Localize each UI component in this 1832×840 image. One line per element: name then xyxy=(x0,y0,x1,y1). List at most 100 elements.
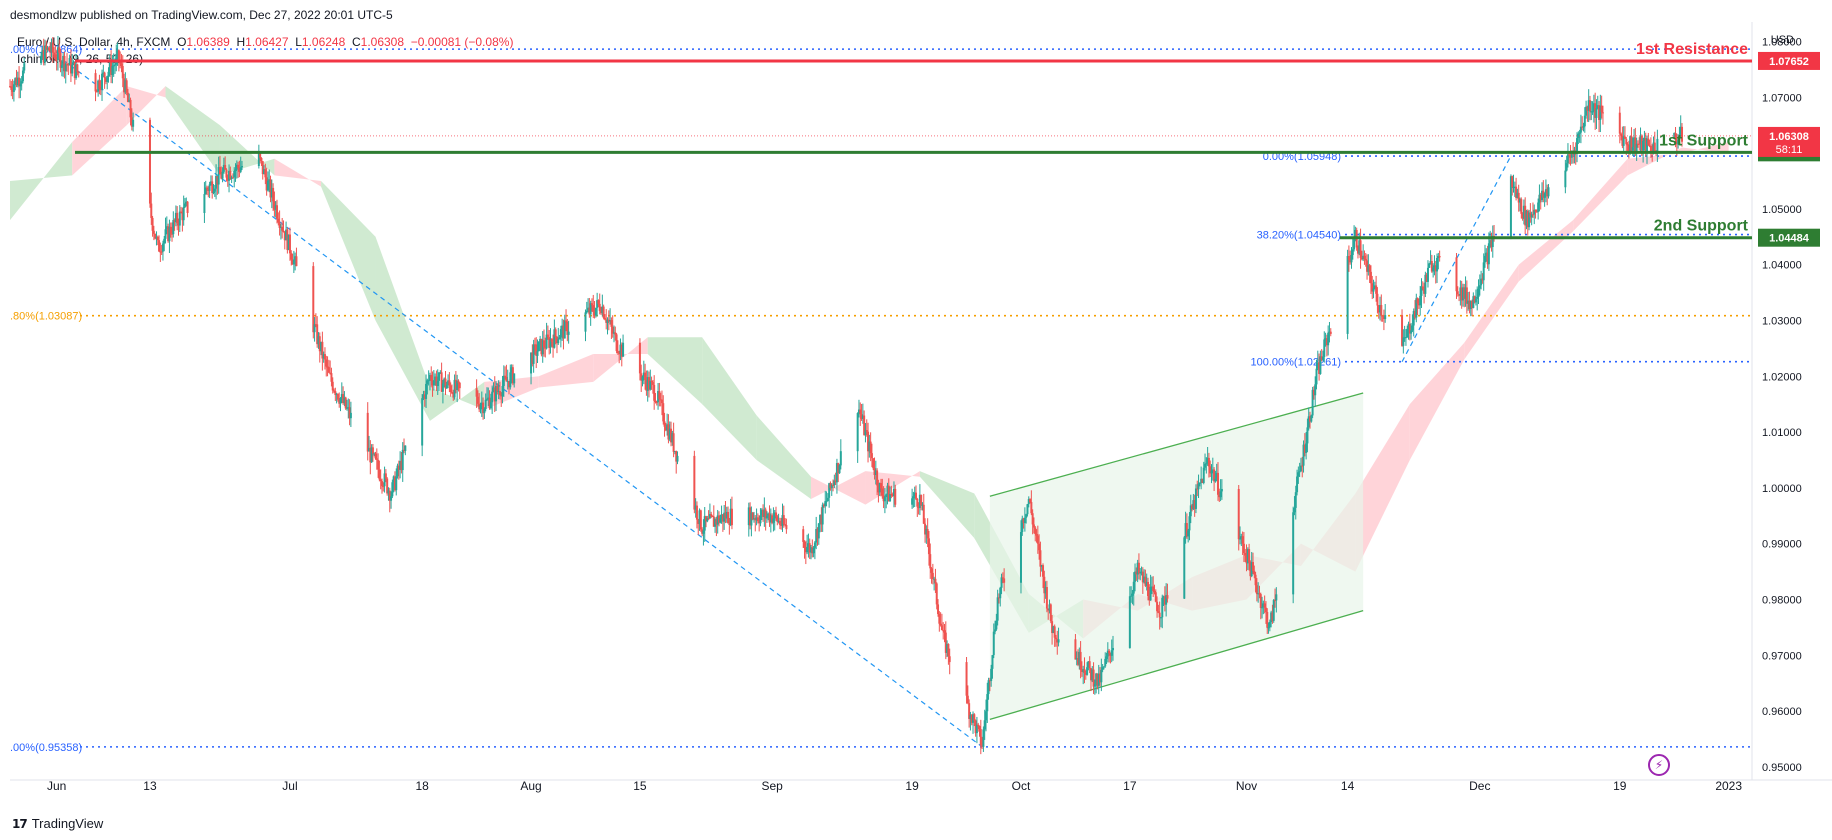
candle-body xyxy=(782,515,785,525)
candle-body xyxy=(537,341,540,352)
y-tick-label: 1.02000 xyxy=(1762,371,1802,383)
candle-body xyxy=(821,504,824,525)
candle-body xyxy=(1031,513,1034,525)
candle-body xyxy=(937,604,940,615)
candle-body xyxy=(491,391,494,403)
candle-body xyxy=(496,385,499,392)
candle-body xyxy=(1039,550,1042,567)
candle-body xyxy=(1534,209,1537,212)
candle-body xyxy=(911,498,914,505)
price-tag-label: 1.04484 xyxy=(1769,233,1810,245)
candle-body xyxy=(23,63,26,71)
candle-body xyxy=(1003,578,1006,583)
candle-body xyxy=(1406,328,1409,338)
candle-body xyxy=(211,181,214,194)
candle-body xyxy=(161,243,164,252)
candle-body xyxy=(1631,147,1634,151)
candle-body xyxy=(76,64,79,72)
x-tick-label: 19 xyxy=(905,779,919,793)
tradingview-brand[interactable]: 17 TradingView xyxy=(12,816,103,831)
candle-body xyxy=(182,206,185,221)
candle-body xyxy=(1130,595,1133,597)
candle-body xyxy=(1029,499,1032,503)
candle-body xyxy=(1161,597,1164,618)
candle-body xyxy=(1216,472,1219,495)
candle-body xyxy=(1093,684,1096,687)
candle-body xyxy=(812,547,815,554)
candle-body xyxy=(890,494,893,496)
candle-body xyxy=(1368,265,1371,272)
candle-body xyxy=(395,476,398,491)
candle-body xyxy=(719,518,722,523)
candle-body xyxy=(1380,305,1383,316)
candle-body xyxy=(999,587,1002,599)
candle-body xyxy=(98,80,101,90)
candle-body xyxy=(597,300,600,304)
candle-body xyxy=(1476,297,1479,299)
candle-body xyxy=(785,525,788,530)
candle-body xyxy=(125,80,128,93)
candle-body xyxy=(1036,535,1039,544)
current-price-tag: 1.06308 xyxy=(1769,131,1809,143)
candle-body xyxy=(40,55,43,64)
candle-body xyxy=(60,65,63,68)
candle-body xyxy=(1255,585,1258,595)
candle-body xyxy=(458,382,461,389)
candle-body xyxy=(567,331,570,335)
candle-body xyxy=(775,512,778,517)
candle-body xyxy=(772,518,775,523)
candle-body xyxy=(475,388,478,397)
candle-body xyxy=(404,445,407,451)
candle-body xyxy=(885,494,888,498)
candle-body xyxy=(1166,595,1169,599)
candle-body xyxy=(1410,330,1413,334)
resistance-level-label: 1st Resistance xyxy=(1636,41,1748,58)
candle-body xyxy=(1023,517,1026,524)
candle-body xyxy=(826,497,829,502)
candle-body xyxy=(366,412,369,452)
candle-body xyxy=(1625,138,1628,145)
candle-body xyxy=(203,194,206,213)
candle-body xyxy=(803,541,806,548)
candle-body xyxy=(1600,105,1603,113)
candle-body xyxy=(371,447,374,454)
lightning-icon[interactable]: ⚡ xyxy=(1648,754,1670,776)
candle-body xyxy=(1248,549,1251,563)
candle-body xyxy=(1147,581,1150,597)
candle-body xyxy=(1100,669,1103,683)
candle-body xyxy=(1456,291,1459,295)
candle-body xyxy=(1582,126,1585,128)
candle-body xyxy=(1158,612,1161,618)
candle-body xyxy=(312,266,315,333)
candle-body xyxy=(441,383,444,392)
fib-level-label: .00%(0.95358) xyxy=(10,742,82,754)
candle-body xyxy=(983,720,986,730)
candle-body xyxy=(71,64,74,74)
candle-body xyxy=(1310,415,1313,422)
candle-body xyxy=(1294,492,1297,508)
y-tick-label: 1.00000 xyxy=(1762,483,1802,495)
candle-body xyxy=(432,380,435,386)
candle-body xyxy=(987,680,990,695)
candle-body xyxy=(554,329,557,337)
candle-body xyxy=(1321,356,1324,360)
candle-body xyxy=(1543,193,1546,198)
candle-body xyxy=(1210,470,1213,474)
candle-body xyxy=(1520,199,1523,214)
candle-body xyxy=(505,376,508,382)
candle-body xyxy=(889,494,892,502)
candle-body xyxy=(543,340,546,348)
candle-body xyxy=(19,83,22,87)
candle-body xyxy=(880,483,882,489)
candle-body xyxy=(1242,543,1245,553)
candle-body xyxy=(1156,601,1159,612)
candle-body xyxy=(603,317,606,320)
candle-body xyxy=(693,455,696,510)
x-tick-label: 17 xyxy=(1123,779,1137,793)
candle-body xyxy=(938,614,941,624)
candle-body xyxy=(208,184,211,191)
candle-body xyxy=(881,488,884,496)
candle-body xyxy=(1293,507,1296,513)
candle-body xyxy=(1032,524,1035,528)
price-chart[interactable]: 1.080001.070001.060001.050001.040001.030… xyxy=(0,0,1832,840)
